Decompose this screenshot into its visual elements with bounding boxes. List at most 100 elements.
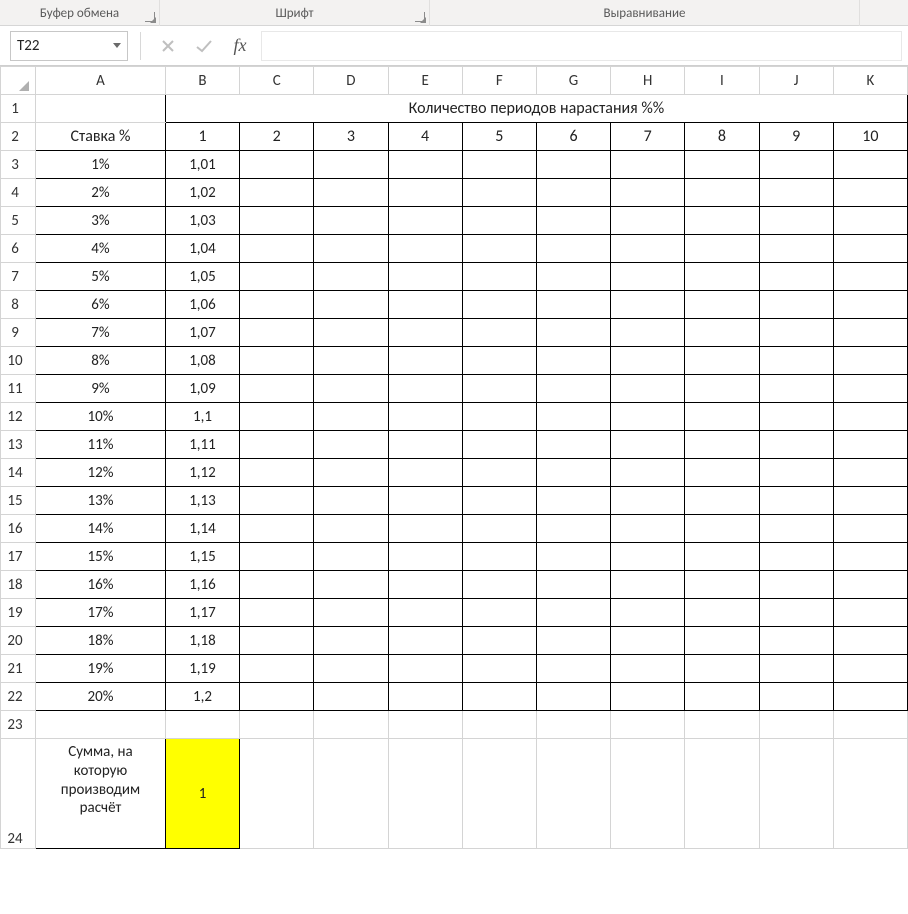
rate-cell[interactable]: 11% (36, 431, 166, 459)
row-header[interactable]: 2 (1, 123, 36, 151)
cell[interactable] (536, 739, 610, 849)
cell[interactable] (240, 403, 314, 431)
cell[interactable] (36, 95, 166, 123)
cell[interactable] (462, 683, 536, 711)
cell[interactable] (611, 683, 685, 711)
col-header[interactable]: D (314, 67, 388, 95)
cell[interactable] (536, 263, 610, 291)
cell[interactable] (759, 627, 833, 655)
cell[interactable] (685, 319, 759, 347)
rate-cell[interactable]: 3% (36, 207, 166, 235)
cell[interactable] (759, 291, 833, 319)
cell[interactable] (536, 571, 610, 599)
cell[interactable] (165, 711, 239, 739)
cell[interactable] (833, 739, 907, 849)
cell[interactable] (685, 179, 759, 207)
cell[interactable] (388, 179, 462, 207)
rate-cell[interactable]: 4% (36, 235, 166, 263)
cell[interactable] (536, 487, 610, 515)
cell[interactable] (833, 459, 907, 487)
cell[interactable] (388, 571, 462, 599)
period-header-cell[interactable]: 6 (536, 123, 610, 151)
cell[interactable] (240, 235, 314, 263)
col-header[interactable]: C (240, 67, 314, 95)
cell[interactable] (759, 487, 833, 515)
cell[interactable] (314, 375, 388, 403)
cell[interactable] (685, 207, 759, 235)
cell[interactable] (314, 543, 388, 571)
cell[interactable] (611, 711, 685, 739)
enter-formula-button[interactable] (189, 31, 219, 61)
cell[interactable] (462, 319, 536, 347)
cell[interactable] (833, 375, 907, 403)
cell[interactable] (833, 319, 907, 347)
value-cell[interactable]: 1,01 (165, 151, 239, 179)
cell[interactable] (388, 375, 462, 403)
rate-cell[interactable]: 10% (36, 403, 166, 431)
value-cell[interactable]: 1,17 (165, 599, 239, 627)
cancel-formula-button[interactable] (153, 31, 183, 61)
value-cell[interactable]: 1,13 (165, 487, 239, 515)
cell[interactable] (759, 375, 833, 403)
cell[interactable] (611, 263, 685, 291)
cell[interactable] (462, 403, 536, 431)
cell[interactable] (240, 319, 314, 347)
cell[interactable] (388, 515, 462, 543)
cell[interactable] (462, 543, 536, 571)
cell[interactable] (388, 627, 462, 655)
cell[interactable] (536, 235, 610, 263)
row-header[interactable]: 4 (1, 179, 36, 207)
cell[interactable] (536, 431, 610, 459)
cell[interactable] (759, 151, 833, 179)
cell[interactable] (833, 655, 907, 683)
col-header[interactable]: H (611, 67, 685, 95)
cell[interactable] (240, 711, 314, 739)
cell[interactable] (611, 431, 685, 459)
sum-label-cell[interactable]: Сумма, на которую производим расчёт (36, 739, 166, 849)
period-header-cell[interactable]: 7 (611, 123, 685, 151)
cell[interactable] (833, 207, 907, 235)
cell[interactable] (314, 739, 388, 849)
cell[interactable] (462, 487, 536, 515)
cell[interactable] (833, 347, 907, 375)
row-header[interactable]: 1 (1, 95, 36, 123)
cell[interactable] (36, 711, 166, 739)
col-header[interactable]: J (759, 67, 833, 95)
cell[interactable] (536, 179, 610, 207)
cell[interactable] (240, 347, 314, 375)
cell[interactable] (240, 207, 314, 235)
cell[interactable] (536, 291, 610, 319)
cell[interactable] (759, 599, 833, 627)
cell[interactable] (314, 599, 388, 627)
cell[interactable] (685, 403, 759, 431)
period-header-cell[interactable]: 8 (685, 123, 759, 151)
cell[interactable] (462, 263, 536, 291)
row-header[interactable]: 10 (1, 347, 36, 375)
row-header[interactable]: 18 (1, 571, 36, 599)
cell[interactable] (388, 487, 462, 515)
cell[interactable] (388, 207, 462, 235)
cell[interactable] (759, 347, 833, 375)
cell[interactable] (462, 739, 536, 849)
cell[interactable] (759, 711, 833, 739)
rate-cell[interactable]: 13% (36, 487, 166, 515)
value-cell[interactable]: 1,09 (165, 375, 239, 403)
cell[interactable] (685, 151, 759, 179)
value-cell[interactable]: 1,12 (165, 459, 239, 487)
name-box[interactable]: T22 (10, 31, 128, 61)
cell[interactable] (536, 599, 610, 627)
period-header-cell[interactable]: 10 (833, 123, 907, 151)
cell[interactable] (240, 627, 314, 655)
cell[interactable] (759, 543, 833, 571)
rate-cell[interactable]: 1% (36, 151, 166, 179)
cell[interactable] (240, 739, 314, 849)
cell[interactable] (314, 627, 388, 655)
cell[interactable] (759, 179, 833, 207)
row-header[interactable]: 5 (1, 207, 36, 235)
cell[interactable] (759, 459, 833, 487)
row-header[interactable]: 7 (1, 263, 36, 291)
cell[interactable] (462, 711, 536, 739)
cell[interactable] (314, 403, 388, 431)
row-header[interactable]: 13 (1, 431, 36, 459)
value-cell[interactable]: 1,19 (165, 655, 239, 683)
